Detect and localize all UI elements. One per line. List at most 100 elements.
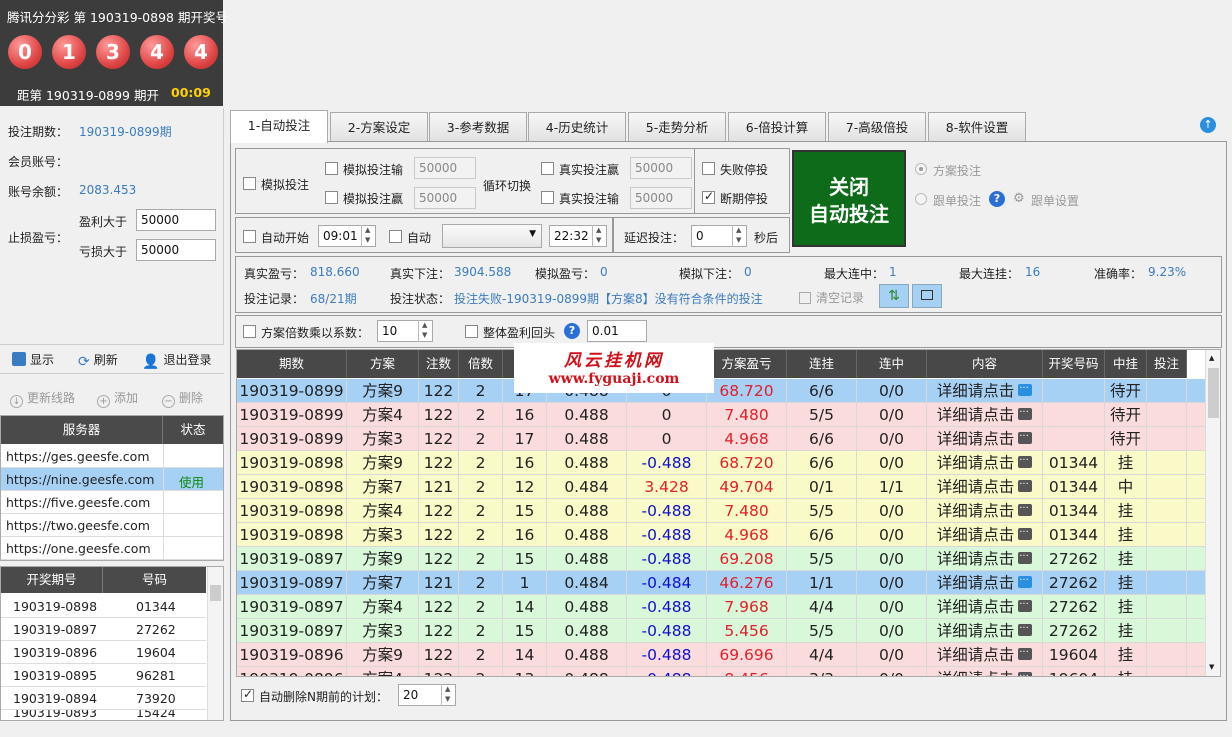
period-stop-checkbox[interactable] [702, 189, 715, 204]
tab-auto-bet[interactable]: 1-自动投注 [230, 110, 328, 143]
more-icon[interactable] [1018, 379, 1033, 401]
cell-content[interactable]: 详细请点击 [927, 547, 1043, 571]
auto-delete-spinner[interactable] [441, 684, 455, 706]
more-icon[interactable] [1018, 595, 1033, 617]
sim-lose-input[interactable]: 50000 [414, 157, 476, 179]
refresh-button[interactable]: ⟳ 刷新 [78, 351, 118, 369]
history-row[interactable]: 190319-0896 19604 [1, 641, 206, 664]
more-icon[interactable] [1018, 403, 1033, 425]
history-row[interactable]: 190319-0897 27262 [1, 618, 206, 641]
start-time-spinner[interactable] [361, 225, 375, 247]
header-bet[interactable]: 投注 [1147, 350, 1187, 378]
more-icon[interactable] [1018, 499, 1033, 521]
show-button[interactable]: 显示 [12, 351, 54, 368]
detail-link[interactable]: 详细请点击 [937, 526, 1015, 544]
sim-win-input[interactable]: 50000 [414, 187, 476, 209]
header-plan[interactable]: 方案 [347, 350, 419, 378]
help-icon[interactable]: ? [989, 191, 1005, 207]
sort-icon[interactable]: ⇅ [879, 284, 909, 308]
header-draw-number[interactable]: 开奖号码 [1043, 350, 1105, 378]
delete-server-button[interactable]: − 删除 [162, 389, 203, 408]
real-win-checkbox[interactable] [541, 162, 554, 175]
follow-bet-radio[interactable] [915, 193, 927, 205]
arrow-up-icon[interactable]: ↑ [1200, 117, 1216, 133]
more-icon[interactable] [1018, 451, 1033, 473]
logout-button[interactable]: 👤 退出登录 [142, 351, 211, 369]
close-auto-bet-button[interactable]: 关闭 自动投注 [792, 150, 906, 247]
detail-link[interactable]: 详细请点击 [937, 382, 1015, 400]
profit-above-input[interactable]: 50000 [136, 209, 216, 231]
more-icon[interactable] [1018, 667, 1033, 676]
header-period[interactable]: 期数 [237, 350, 347, 378]
help-icon[interactable]: ? [564, 323, 580, 339]
sim-lose-checkbox[interactable] [325, 162, 338, 175]
server-row[interactable]: https://five.geesfe.com [1, 491, 223, 514]
server-row[interactable]: https://nine.geesfe.com 使用 [1, 468, 223, 491]
header-content[interactable]: 内容 [927, 350, 1043, 378]
header-hit-streak[interactable]: 连中 [857, 350, 927, 378]
end-time-spinner[interactable] [592, 225, 606, 247]
tab-reference-data[interactable]: 3-参考数据 [429, 112, 527, 142]
detail-link[interactable]: 详细请点击 [937, 622, 1015, 640]
server-row[interactable]: https://two.geesfe.com [1, 514, 223, 537]
more-icon[interactable] [1018, 619, 1033, 641]
cell-content[interactable]: 详细请点击 [927, 475, 1043, 499]
delay-spinner[interactable] [732, 225, 746, 247]
history-scrollbar[interactable] [207, 567, 223, 720]
table-row[interactable]: 190319-0897 方案9 122 2 15 0.488 -0.488 69.208 5/5… [237, 547, 1205, 571]
server-row[interactable]: https://ges.geesfe.com [1, 445, 223, 468]
header-count[interactable]: 注数 [419, 350, 459, 378]
header-plan-pl[interactable]: 方案盈亏 [707, 350, 787, 378]
history-row[interactable]: 190319-0898 01344 [1, 595, 206, 618]
table-scrollbar[interactable]: ▲ ▼ [1205, 350, 1220, 676]
table-row[interactable]: 190319-0896 方案9 122 2 14 0.488 -0.488 69.696 4/4… [237, 643, 1205, 667]
multiplier-spinner[interactable] [418, 320, 432, 342]
more-icon[interactable] [1018, 523, 1033, 545]
table-row[interactable]: 190319-0898 方案9 122 2 16 0.488 -0.488 68.720 6/6… [237, 451, 1205, 475]
cell-content[interactable]: 详细请点击 [927, 595, 1043, 619]
more-icon[interactable] [1018, 475, 1033, 497]
auto-start-checkbox[interactable] [243, 230, 256, 243]
sim-bet-checkbox[interactable] [243, 177, 256, 190]
whole-profit-checkbox[interactable] [465, 325, 478, 338]
cell-content[interactable]: 详细请点击 [927, 403, 1043, 427]
auto-checkbox[interactable] [389, 230, 402, 243]
fail-stop-checkbox[interactable] [702, 162, 715, 175]
window-icon[interactable] [912, 284, 942, 308]
header-miss-streak[interactable]: 连挂 [787, 350, 857, 378]
tab-trend-analysis[interactable]: 5-走势分析 [628, 112, 726, 142]
whole-profit-input[interactable]: 0.01 [587, 320, 647, 342]
detail-link[interactable]: 详细请点击 [937, 502, 1015, 520]
table-row[interactable]: 190319-0899 方案3 122 2 17 0.488 0 4.968 6/6 0/0 详细请… [237, 427, 1205, 451]
more-icon[interactable] [1018, 427, 1033, 449]
detail-link[interactable]: 详细请点击 [937, 430, 1015, 448]
multiplier-checkbox[interactable] [243, 325, 256, 338]
detail-link[interactable]: 详细请点击 [937, 598, 1015, 616]
real-lose-input[interactable]: 50000 [630, 187, 692, 209]
cell-content[interactable]: 详细请点击 [927, 571, 1043, 595]
table-row[interactable]: 190319-0897 方案3 122 2 15 0.488 -0.488 5.456 5/5 0… [237, 619, 1205, 643]
header-multiple[interactable]: 倍数 [459, 350, 503, 378]
real-win-input[interactable]: 50000 [630, 157, 692, 179]
more-icon[interactable] [1018, 571, 1033, 593]
update-route-button[interactable]: ↓ 更新线路 [10, 389, 75, 408]
follow-settings-button[interactable]: 跟单设置 [1031, 192, 1079, 209]
schedule-dropdown[interactable]: ▼ [442, 224, 542, 248]
history-row[interactable]: 190319-0894 73920 [1, 687, 206, 710]
detail-link[interactable]: 详细请点击 [937, 478, 1015, 496]
history-row[interactable]: 190319-0895 96281 [1, 664, 206, 687]
detail-link[interactable]: 详细请点击 [937, 454, 1015, 472]
cell-content[interactable]: 详细请点击 [927, 643, 1043, 667]
cell-content[interactable]: 详细请点击 [927, 619, 1043, 643]
real-lose-checkbox[interactable] [541, 191, 554, 204]
header-hit-miss[interactable]: 中挂 [1105, 350, 1147, 378]
auto-delete-checkbox[interactable] [241, 687, 254, 702]
tab-plan-settings[interactable]: 2-方案设定 [330, 112, 428, 142]
tab-software-settings[interactable]: 8-软件设置 [928, 112, 1026, 142]
plan-bet-radio[interactable] [915, 163, 927, 175]
cell-content[interactable]: 详细请点击 [927, 451, 1043, 475]
table-row[interactable]: 190319-0899方案91222170.488068.7206/60/0详细… [237, 379, 1205, 403]
table-row[interactable]: 190319-0897 方案7 121 2 1 0.484 -0.484 46.276 1/1 0… [237, 571, 1205, 595]
history-row[interactable]: 190319-0893 15424 [1, 710, 206, 720]
table-row[interactable]: 190319-0898 方案7 121 2 12 0.484 3.428 49.704 0/1 1… [237, 475, 1205, 499]
